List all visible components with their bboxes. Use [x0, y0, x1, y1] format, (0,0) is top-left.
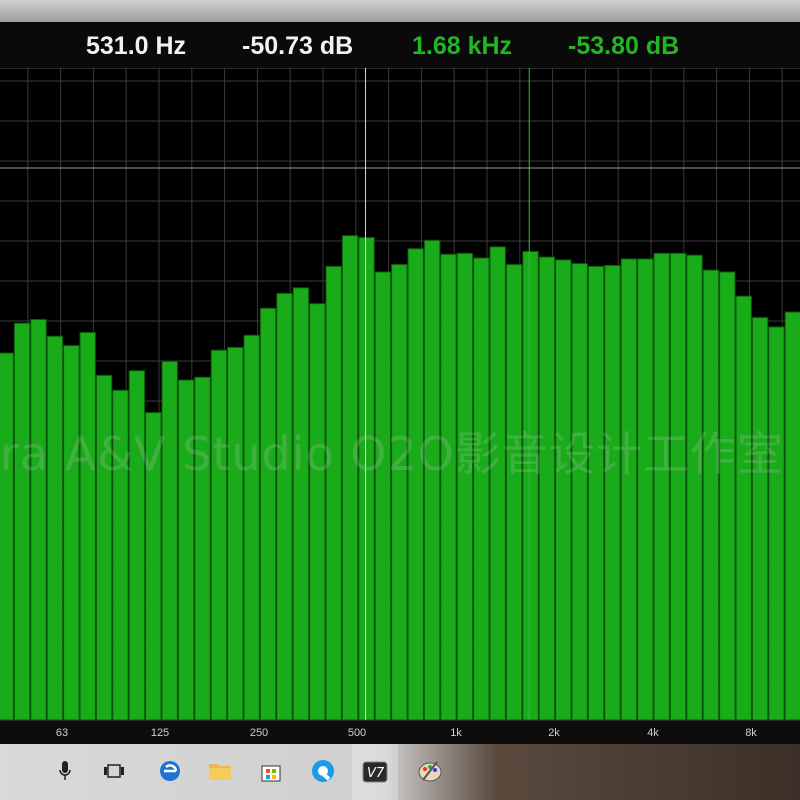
- spectrum-bar: [571, 263, 588, 720]
- spectrum-bar: [407, 248, 424, 720]
- spectrum-bar: [768, 326, 785, 720]
- window-top-strip: [0, 0, 800, 22]
- spectrum-bar: [30, 318, 47, 720]
- spectrum-bar: [161, 360, 178, 720]
- task-view-icon[interactable]: [99, 756, 129, 786]
- cursor2-frequency: 1.68 kHz: [412, 32, 513, 60]
- cursor-readout-bar: 531.0 Hz -50.73 dB 1.68 kHz -53.80 dB: [0, 22, 800, 69]
- spectrum-bar: [735, 295, 752, 720]
- edge-icon[interactable]: [155, 756, 185, 786]
- spectrum-bar: [686, 254, 703, 720]
- spectrum-bar: [669, 252, 687, 720]
- watermark: ra A&V Studio O2O影音设计工作室: [0, 427, 784, 481]
- spectrum-bar: [227, 346, 244, 720]
- cursor2-level: -53.80 dB: [568, 32, 680, 60]
- spectrum-bar: [46, 335, 64, 720]
- cursor1-frequency: 531.0 Hz: [86, 32, 187, 60]
- spectrum-bar: [374, 271, 392, 720]
- spectrum-bar: [587, 265, 605, 720]
- spectrum-bar: [456, 252, 474, 720]
- spectrum-bar: [391, 264, 408, 720]
- spectrum-plot[interactable]: [0, 68, 800, 720]
- spectrum-bar: [63, 345, 80, 720]
- tick-label-1k: 1k: [450, 727, 462, 739]
- tick-label-63: 63: [55, 727, 69, 739]
- spectrum-bar: [210, 349, 228, 720]
- spectrum-bar: [522, 250, 539, 720]
- spectrum-bar: [719, 271, 736, 720]
- tick-label-125: 125: [150, 727, 170, 739]
- spectrum-bar: [702, 269, 720, 720]
- spectrum-bar: [243, 334, 260, 720]
- frequency-axis: 63 125 250 500 1k 2k 4k 8k: [0, 720, 800, 745]
- spectrum-bar: [325, 265, 342, 720]
- spectrum-bar: [784, 311, 800, 720]
- spectrum-bar: [620, 258, 638, 720]
- spectrum-bar: [555, 259, 572, 720]
- file-explorer-icon[interactable]: [205, 756, 235, 786]
- svg-text:V7: V7: [367, 766, 385, 781]
- store-icon[interactable]: [256, 756, 286, 786]
- tick-label-2k: 2k: [548, 727, 560, 739]
- tick-label-4k: 4k: [647, 727, 659, 739]
- spectrum-bar: [259, 307, 277, 720]
- spectrum-bar: [276, 292, 293, 720]
- spectrum-bar: [292, 287, 310, 720]
- spectrum-bar: [505, 264, 523, 720]
- v7-icon[interactable]: V7: [352, 744, 398, 800]
- spectrum-bar: [751, 317, 769, 720]
- taskbar: V7: [0, 744, 800, 800]
- cursor1-level: -50.73 dB: [242, 32, 354, 60]
- microphone-icon[interactable]: [50, 756, 80, 786]
- tick-label-500: 500: [347, 727, 367, 739]
- paint-icon[interactable]: [415, 756, 445, 786]
- tick-label-8k: 8k: [745, 727, 757, 739]
- spectrum-bar: [538, 256, 556, 720]
- spectrum-bar: [440, 253, 457, 720]
- spectrum-bar: [309, 303, 326, 720]
- spectrum-bar: [473, 257, 490, 720]
- spectrum-bar: [79, 332, 96, 720]
- spectrum-bar: [604, 264, 621, 720]
- spectrum-bar: [637, 258, 654, 720]
- tick-label-250: 250: [249, 727, 269, 739]
- spectrum-bar: [653, 252, 670, 720]
- spectrum-bar: [0, 352, 14, 720]
- spectrum-bar: [13, 322, 31, 720]
- app-q-icon[interactable]: [308, 756, 338, 786]
